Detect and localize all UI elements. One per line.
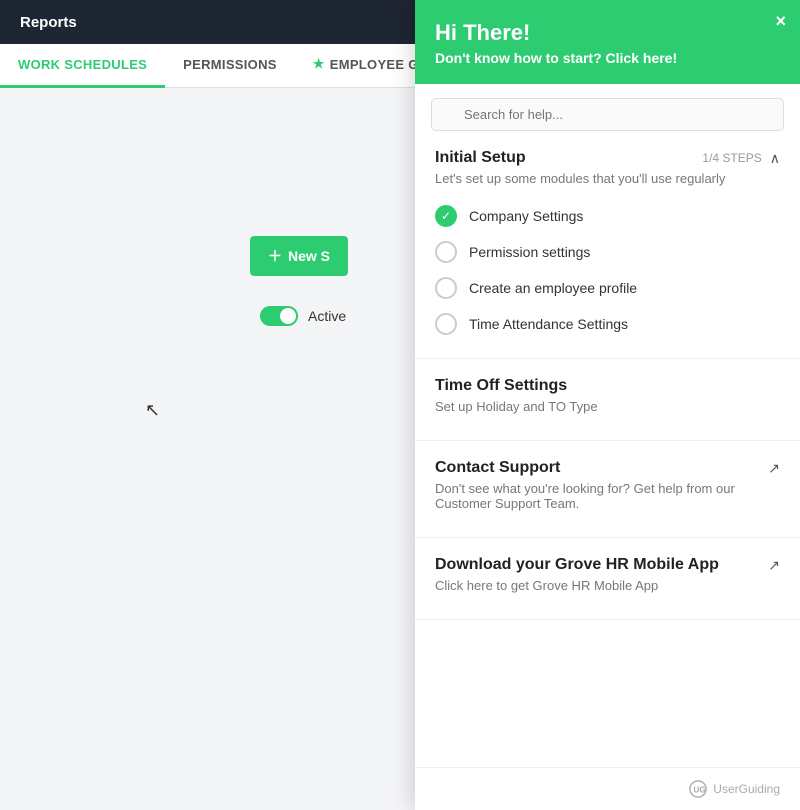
tab-permissions-label: PERMISSIONS	[183, 57, 277, 72]
list-item[interactable]: Permission settings	[435, 234, 780, 270]
check-item-label: Create an employee profile	[469, 280, 637, 296]
check-circle-empty	[435, 241, 457, 263]
check-circle-empty	[435, 313, 457, 335]
search-container: 🔍	[415, 84, 800, 131]
star-icon: ★	[313, 56, 325, 72]
new-schedule-label: New S	[288, 248, 330, 264]
external-link-icon[interactable]: ↗	[768, 460, 780, 477]
new-schedule-button[interactable]: ＋ New S	[250, 236, 348, 276]
tab-permissions[interactable]: PERMISSIONS	[165, 44, 295, 88]
userguiding-label: UserGuiding	[713, 782, 780, 796]
active-toggle[interactable]	[260, 306, 298, 326]
app-title: Reports	[20, 14, 77, 31]
chevron-up-icon[interactable]: ∧	[770, 150, 780, 167]
mobile-app-header: Download your Grove HR Mobile App ↗	[435, 556, 780, 574]
userguiding-icon: UG	[689, 780, 707, 798]
panel-body: Initial Setup 1/4 STEPS ∧ Let's set up s…	[415, 131, 800, 767]
check-circle-empty	[435, 277, 457, 299]
checklist: ✓ Company Settings Permission settings C…	[435, 198, 780, 342]
panel-header: Hi There! Don't know how to start? Click…	[415, 0, 800, 84]
panel-greeting: Hi There!	[435, 20, 780, 46]
steps-label: 1/4 STEPS	[702, 151, 761, 165]
check-circle-done: ✓	[435, 205, 457, 227]
main-area: ＋ New S Active ↖	[0, 88, 415, 810]
tab-work-schedules-label: WORK SCHEDULES	[18, 57, 147, 72]
contact-support-section: Contact Support ↗ Don't see what you're …	[415, 441, 800, 538]
check-item-label: Company Settings	[469, 208, 583, 224]
initial-setup-section: Initial Setup 1/4 STEPS ∧ Let's set up s…	[415, 131, 800, 359]
tab-work-schedules[interactable]: WORK SCHEDULES	[0, 44, 165, 88]
plus-icon: ＋	[268, 246, 282, 266]
search-wrapper: 🔍	[431, 98, 784, 131]
initial-setup-header: Initial Setup 1/4 STEPS ∧	[435, 149, 780, 167]
list-item[interactable]: ✓ Company Settings	[435, 198, 780, 234]
list-item[interactable]: Create an employee profile	[435, 270, 780, 306]
initial-setup-title: Initial Setup	[435, 149, 526, 167]
time-off-section: Time Off Settings Set up Holiday and TO …	[415, 359, 800, 441]
time-off-header: Time Off Settings	[435, 377, 780, 395]
mobile-app-section: Download your Grove HR Mobile App ↗ Clic…	[415, 538, 800, 620]
mobile-app-desc: Click here to get Grove HR Mobile App	[435, 578, 780, 593]
mobile-app-title: Download your Grove HR Mobile App	[435, 556, 719, 574]
list-item[interactable]: Time Attendance Settings	[435, 306, 780, 342]
time-off-title: Time Off Settings	[435, 377, 567, 395]
contact-support-header: Contact Support ↗	[435, 459, 780, 477]
check-item-label: Permission settings	[469, 244, 590, 260]
close-panel-button[interactable]: ×	[775, 12, 786, 30]
contact-support-title: Contact Support	[435, 459, 560, 477]
active-label: Active	[308, 308, 346, 324]
svg-text:UG: UG	[694, 786, 706, 795]
cursor: ↖	[145, 400, 160, 421]
help-panel: Hi There! Don't know how to start? Click…	[415, 0, 800, 810]
panel-footer: UG UserGuiding	[415, 767, 800, 810]
initial-setup-desc: Let's set up some modules that you'll us…	[435, 171, 780, 186]
time-off-desc: Set up Holiday and TO Type	[435, 399, 780, 414]
external-link-icon[interactable]: ↗	[768, 557, 780, 574]
active-toggle-area: Active	[260, 306, 346, 326]
contact-support-desc: Don't see what you're looking for? Get h…	[435, 481, 780, 511]
search-input[interactable]	[431, 98, 784, 131]
panel-subtitle: Don't know how to start? Click here!	[435, 50, 780, 66]
check-item-label: Time Attendance Settings	[469, 316, 628, 332]
